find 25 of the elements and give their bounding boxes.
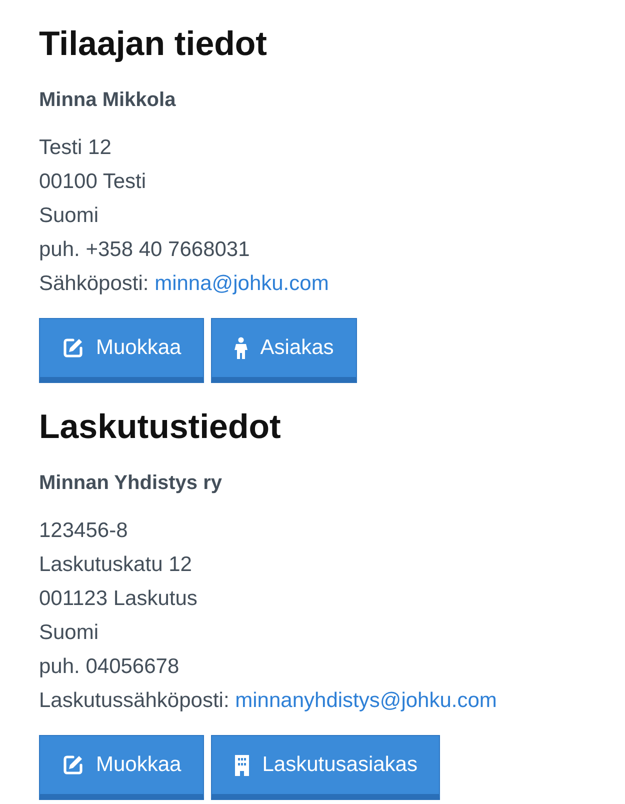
customer-button[interactable]: Laskutusasiakas: [211, 735, 440, 800]
address-line: puh. 04056678: [39, 654, 180, 680]
contact-name: Minna Mikkola: [39, 88, 177, 113]
address-line: Testi 12: [39, 135, 112, 161]
address-line: Suomi: [39, 620, 100, 646]
address-line: 00100 Testi: [39, 169, 148, 195]
section-heading: Laskutustiedot: [39, 407, 282, 448]
address-line: Suomi: [39, 203, 100, 229]
address-line: 123456-8: [39, 518, 129, 544]
edit-button[interactable]: Muokkaa: [39, 318, 204, 383]
email-link[interactable]: minnanyhdistys@johku.com: [235, 689, 497, 712]
contact-name: Minnan Yhdistys ry: [39, 471, 224, 496]
customer-button[interactable]: Asiakas: [211, 318, 357, 383]
email-label: Laskutussähköposti:: [39, 689, 230, 712]
edit-icon: [62, 337, 84, 359]
email-label: Sähköposti:: [39, 272, 149, 295]
address-line: Laskutuskatu 12: [39, 552, 193, 578]
person-icon: [234, 337, 248, 359]
section-heading: Tilaajan tiedot: [39, 24, 268, 65]
address-line: puh. +358 40 7668031: [39, 237, 251, 263]
address-line: 001123 Laskutus: [39, 586, 198, 612]
edit-button[interactable]: Muokkaa: [39, 735, 204, 800]
email-link[interactable]: minna@johku.com: [154, 272, 329, 295]
building-icon: [234, 754, 250, 776]
edit-icon: [62, 754, 84, 776]
